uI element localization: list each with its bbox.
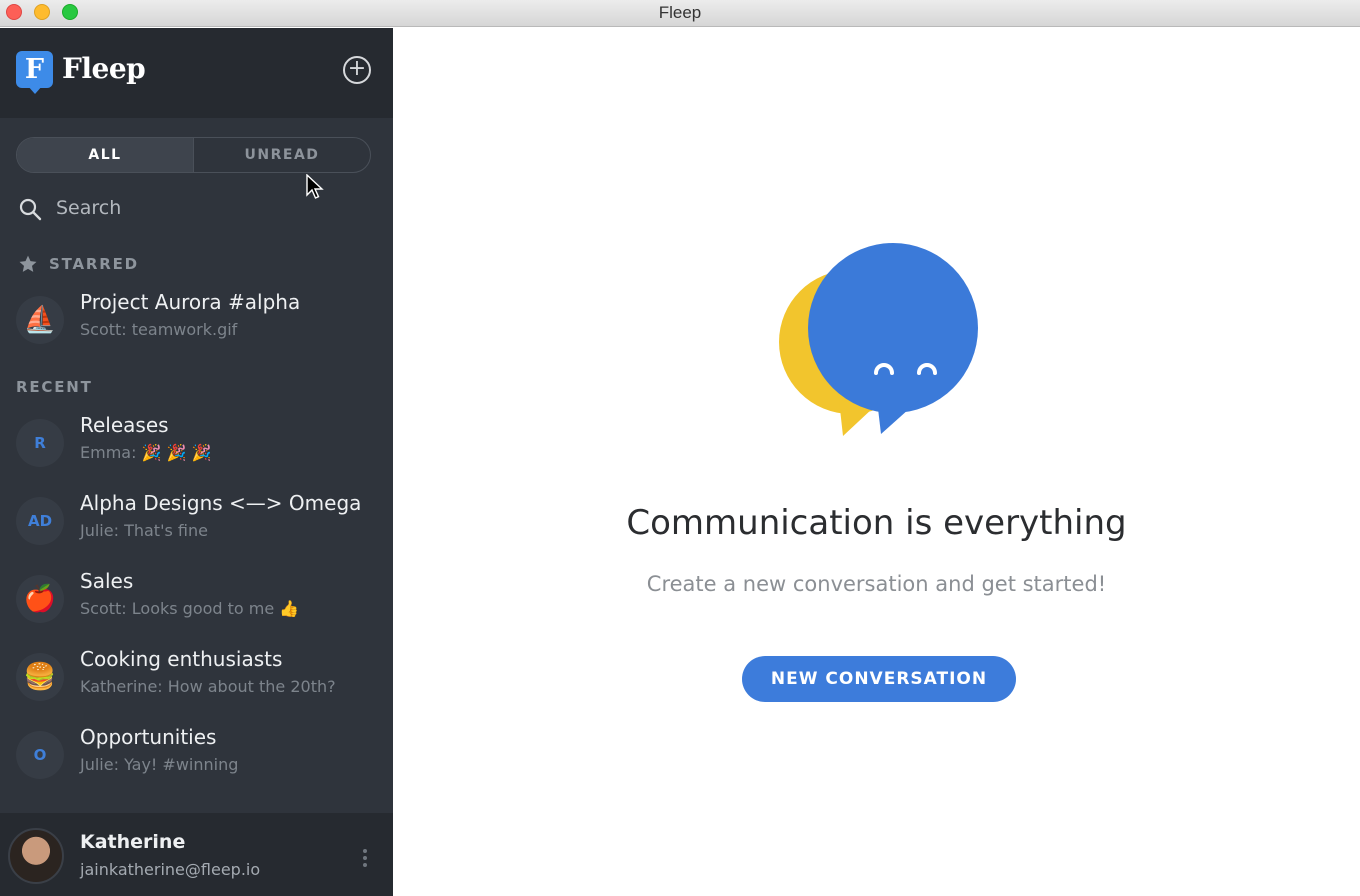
conversation-preview: Emma: 🎉 🎉 🎉 bbox=[80, 443, 212, 462]
tab-all[interactable]: ALL bbox=[17, 138, 194, 172]
window-title: Fleep bbox=[658, 3, 702, 22]
recent-section-title: RECENT bbox=[16, 378, 93, 396]
conversation-name: Project Aurora #alpha bbox=[80, 290, 301, 314]
conversation-item[interactable]: 🍔 Cooking enthusiasts Katherine: How abo… bbox=[0, 643, 393, 717]
user-profile-bar[interactable]: Katherine jainkatherine@fleep.io bbox=[0, 813, 393, 896]
conversation-item[interactable]: ⛵ Project Aurora #alpha Scott: teamwork.… bbox=[0, 286, 393, 360]
mouse-cursor-icon bbox=[306, 174, 324, 199]
new-conversation-plus-button[interactable]: + bbox=[343, 56, 371, 84]
conversation-avatar: O bbox=[16, 731, 64, 779]
conversation-name: Opportunities bbox=[80, 725, 217, 749]
search-icon bbox=[19, 198, 42, 221]
conversation-item[interactable]: 🍎 Sales Scott: Looks good to me 👍 bbox=[0, 565, 393, 639]
user-name: Katherine bbox=[80, 831, 186, 853]
brand-name: Fleep bbox=[62, 52, 146, 85]
starred-section-title: STARRED bbox=[49, 255, 139, 273]
conversation-item[interactable]: AD Alpha Designs <—> Omega Julie: That's… bbox=[0, 487, 393, 561]
more-options-icon[interactable] bbox=[361, 849, 369, 869]
fleep-logo-icon: F bbox=[16, 51, 53, 94]
logo-letter: F bbox=[16, 51, 53, 88]
conversation-filter: ALL UNREAD bbox=[16, 137, 371, 173]
brand-bar: F Fleep + bbox=[0, 28, 393, 118]
conversation-avatar: ⛵ bbox=[16, 296, 64, 344]
conversation-preview: Scott: Looks good to me 👍 bbox=[80, 599, 300, 618]
conversation-name: Releases bbox=[80, 413, 169, 437]
conversation-avatar: AD bbox=[16, 497, 64, 545]
search-placeholder: Search bbox=[56, 197, 122, 219]
window-titlebar: Fleep bbox=[0, 0, 1360, 27]
chat-bubbles-illustration-icon bbox=[779, 243, 978, 436]
conversation-preview: Julie: That's fine bbox=[80, 521, 208, 540]
conversation-item[interactable]: R Releases Emma: 🎉 🎉 🎉 bbox=[0, 409, 393, 483]
plus-icon: + bbox=[347, 56, 367, 81]
main-content: Communication is everything Create a new… bbox=[393, 28, 1360, 896]
conversation-name: Sales bbox=[80, 569, 134, 593]
conversation-avatar: 🍔 bbox=[16, 653, 64, 701]
star-icon bbox=[19, 255, 37, 272]
tab-unread[interactable]: UNREAD bbox=[194, 138, 370, 172]
user-email: jainkatherine@fleep.io bbox=[80, 860, 261, 879]
conversation-preview: Scott: teamwork.gif bbox=[80, 320, 238, 339]
new-conversation-button[interactable]: NEW CONVERSATION bbox=[742, 656, 1016, 702]
sidebar: F Fleep + ALL UNREAD Search STARRED ⛵ Pr… bbox=[0, 28, 393, 896]
conversation-preview: Julie: Yay! #winning bbox=[80, 755, 239, 774]
conversation-preview: Katherine: How about the 20th? bbox=[80, 677, 336, 696]
empty-state-subtitle: Create a new conversation and get starte… bbox=[646, 572, 1107, 596]
avatar[interactable] bbox=[8, 828, 64, 884]
empty-state-title: Communication is everything bbox=[626, 503, 1127, 543]
conversation-item[interactable]: O Opportunities Julie: Yay! #winning bbox=[0, 721, 393, 795]
conversation-avatar: R bbox=[16, 419, 64, 467]
conversation-avatar: 🍎 bbox=[16, 575, 64, 623]
conversation-name: Cooking enthusiasts bbox=[80, 647, 283, 671]
conversation-name: Alpha Designs <—> Omega bbox=[80, 491, 362, 515]
